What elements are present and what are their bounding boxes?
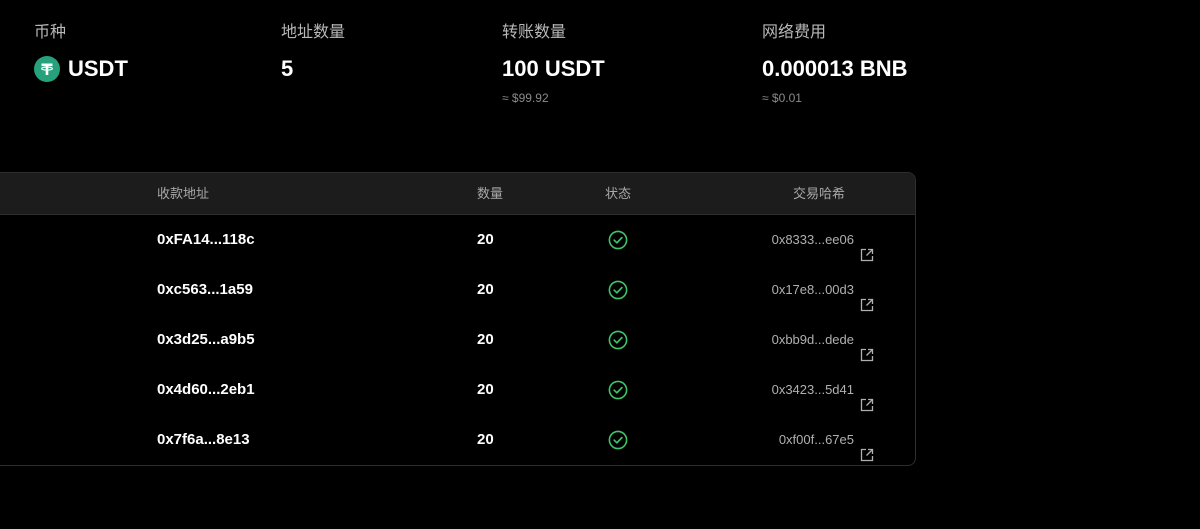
recipient-address: 0xc563...1a59 xyxy=(157,281,253,298)
address-count-value: 5 xyxy=(281,56,294,81)
tether-icon xyxy=(34,56,60,82)
tx-hash-link[interactable]: 0x17e8...00d3 xyxy=(698,265,874,315)
success-icon xyxy=(598,365,638,415)
address-count-stat: 地址数量 5 xyxy=(281,22,345,82)
row-amount: 20 xyxy=(477,331,494,348)
network-fee-label: 网络费用 xyxy=(762,24,827,41)
row-amount: 20 xyxy=(477,431,494,448)
tx-hash-link[interactable]: 0x3423...5d41 xyxy=(698,365,874,415)
table-header: 收款地址 数量 状态 交易哈希 xyxy=(0,173,915,215)
table-body: 0xFA14...118c 20 0x8333...ee06 0xc563...… xyxy=(0,215,915,465)
table-row: 0xc563...1a59 20 0x17e8...00d3 xyxy=(0,265,915,315)
recipient-address: 0x4d60...2eb1 xyxy=(157,381,255,398)
table-row: 0xFA14...118c 20 0x8333...ee06 xyxy=(0,215,915,265)
tx-hash: 0x8333...ee06 xyxy=(771,232,854,247)
transfer-amount-label: 转账数量 xyxy=(502,24,567,41)
address-count-label: 地址数量 xyxy=(281,24,346,41)
tx-hash-link[interactable]: 0xbb9d...dede xyxy=(698,315,874,365)
row-amount: 20 xyxy=(477,381,494,398)
success-icon xyxy=(598,315,638,365)
row-amount: 20 xyxy=(477,231,494,248)
currency-value: USDT xyxy=(34,56,128,82)
currency-label: 币种 xyxy=(34,24,67,41)
recipient-address: 0x7f6a...8e13 xyxy=(157,431,250,448)
table-row: 0x3d25...a9b5 20 0xbb9d...dede xyxy=(0,315,915,365)
external-link-icon xyxy=(860,283,874,312)
success-icon xyxy=(598,265,638,315)
tx-hash-link[interactable]: 0x8333...ee06 xyxy=(698,215,874,265)
success-icon xyxy=(598,415,638,465)
currency-stat: 币种 USDT xyxy=(34,22,128,82)
transfer-amount-value: 100 USDT xyxy=(502,56,605,81)
tx-hash: 0xbb9d...dede xyxy=(771,332,854,347)
tx-hash: 0x17e8...00d3 xyxy=(771,282,854,297)
column-header-hash: 交易哈希 xyxy=(793,186,846,201)
row-amount: 20 xyxy=(477,281,494,298)
transfer-amount-usd: ≈ $99.92 xyxy=(502,91,549,105)
tx-hash: 0x3423...5d41 xyxy=(771,382,854,397)
transfer-table: 收款地址 数量 状态 交易哈希 0xFA14...118c 20 0x8333.… xyxy=(0,172,916,466)
column-header-address: 收款地址 xyxy=(157,186,210,201)
success-icon xyxy=(598,215,638,265)
column-header-status: 状态 xyxy=(605,186,632,201)
tx-hash: 0xf00f...67e5 xyxy=(778,432,854,447)
external-link-icon xyxy=(860,233,874,262)
recipient-address: 0xFA14...118c xyxy=(157,231,255,248)
tx-hash-link[interactable]: 0xf00f...67e5 xyxy=(698,415,874,465)
external-link-icon xyxy=(860,383,874,412)
network-fee-stat: 网络费用 0.000013 BNB ≈ $0.01 xyxy=(762,22,908,106)
network-fee-usd: ≈ $0.01 xyxy=(762,91,802,105)
table-row: 0x4d60...2eb1 20 0x3423...5d41 xyxy=(0,365,915,415)
currency-name: USDT xyxy=(68,56,128,81)
table-row: 0x7f6a...8e13 20 0xf00f...67e5 xyxy=(0,415,915,465)
transfer-summary: 币种 USDT 地址数量 5 转账数量 100 USDT ≈ $99.92 网络… xyxy=(0,0,1200,120)
recipient-address: 0x3d25...a9b5 xyxy=(157,331,255,348)
external-link-icon xyxy=(860,433,874,462)
column-header-amount: 数量 xyxy=(477,186,504,201)
transfer-amount-stat: 转账数量 100 USDT ≈ $99.92 xyxy=(502,22,605,106)
external-link-icon xyxy=(860,333,874,362)
network-fee-value: 0.000013 BNB xyxy=(762,56,908,81)
